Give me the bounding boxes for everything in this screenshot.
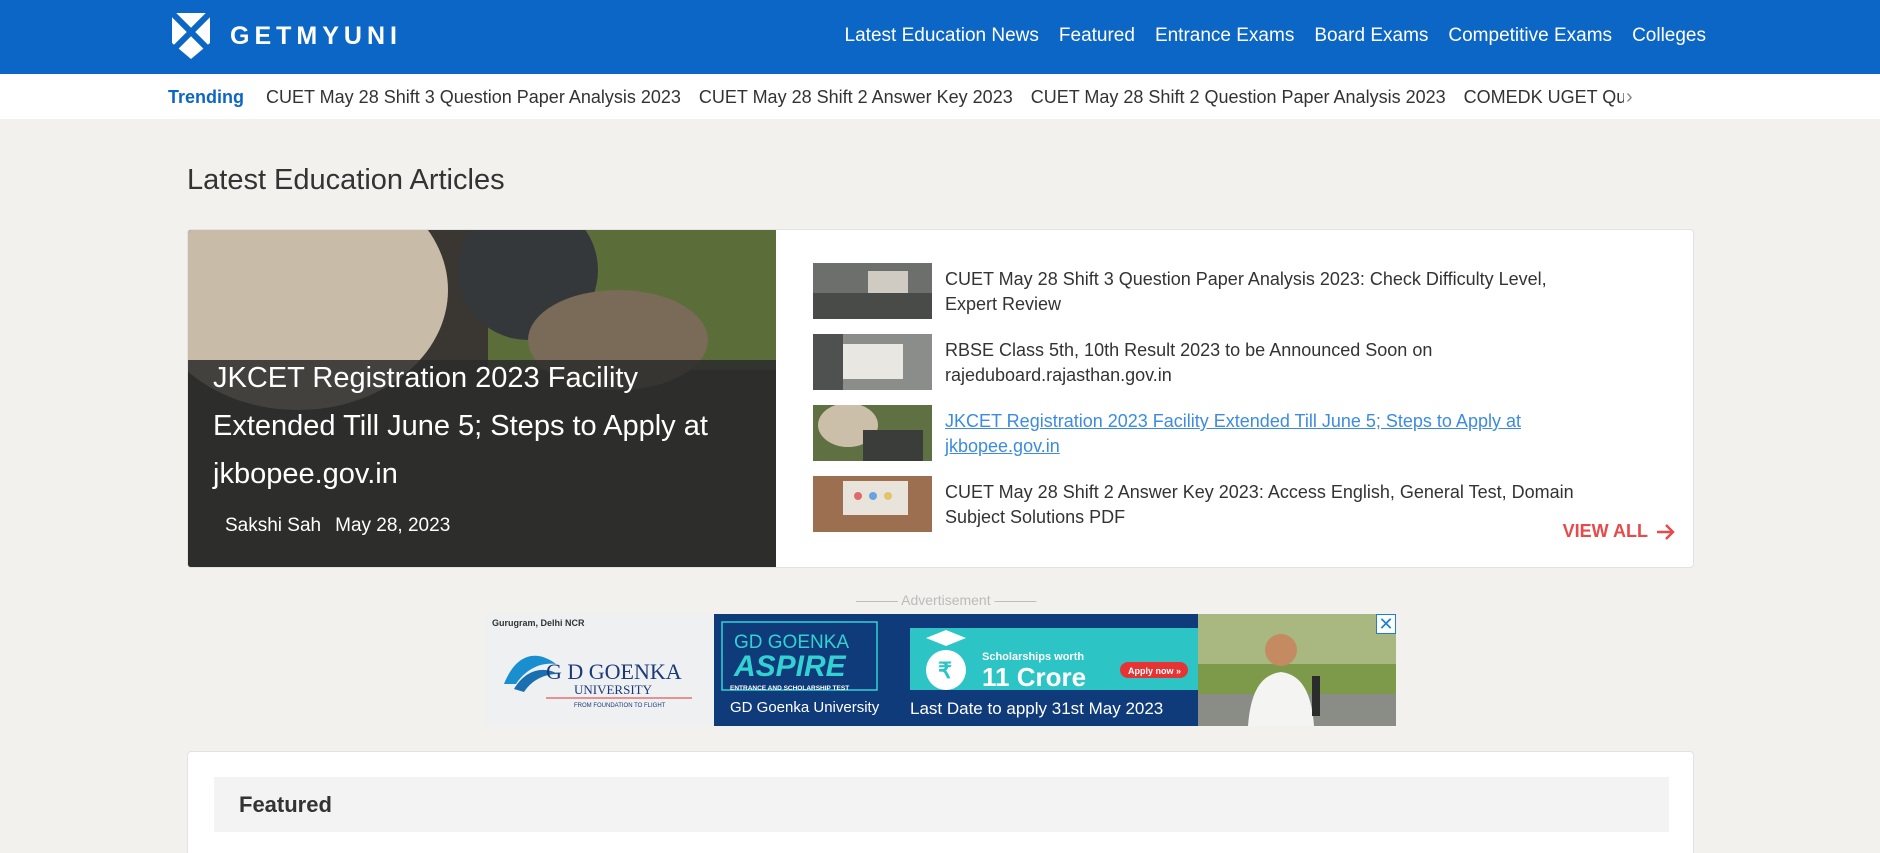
trending-item[interactable]: CUET May 28 Shift 2 Answer Key 2023 <box>699 87 1013 109</box>
ad-university-word: UNIVERSITY <box>574 682 653 697</box>
nav-competitive-exams[interactable]: Competitive Exams <box>1448 25 1612 47</box>
ad-scholarship-line2: 11 Crore <box>982 662 1086 692</box>
advertisement-label: ——— Advertisement ——— <box>856 592 1037 608</box>
view-all-label: VIEW ALL <box>1562 521 1648 541</box>
close-icon[interactable]: ✕ <box>1376 614 1396 634</box>
ad-apply-button[interactable]: Apply now » <box>1128 666 1181 676</box>
article-thumbnail <box>813 405 932 461</box>
nav-latest-education-news[interactable]: Latest Education News <box>845 25 1039 47</box>
arrow-right-icon <box>1657 523 1675 540</box>
list-item[interactable]: CUET May 28 Shift 3 Question Paper Analy… <box>813 263 1613 334</box>
list-item[interactable]: JKCET Registration 2023 Facility Extende… <box>813 405 1613 476</box>
ad-aspire-sub: ENTRANCE AND SCHOLARSHIP TEST <box>730 685 849 692</box>
site-logo[interactable]: GETMYUNI <box>170 10 402 62</box>
article-link[interactable]: CUET May 28 Shift 2 Answer Key 2023: Acc… <box>945 480 1595 530</box>
trending-item[interactable]: CUET May 28 Shift 2 Question Paper Analy… <box>1031 87 1446 109</box>
list-item[interactable]: CUET May 28 Shift 2 Answer Key 2023: Acc… <box>813 476 1613 547</box>
list-item[interactable]: RBSE Class 5th, 10th Result 2023 to be A… <box>813 334 1613 405</box>
view-all-button[interactable]: VIEW ALL <box>1563 521 1676 542</box>
article-thumbnail <box>813 263 932 319</box>
nav-featured[interactable]: Featured <box>1059 25 1135 47</box>
ad-deadline: Last Date to apply 31st May 2023 <box>910 699 1163 718</box>
latest-articles-card: JKCET Registration 2023 Facility Extende… <box>187 229 1694 568</box>
nav-colleges[interactable]: Colleges <box>1632 25 1706 47</box>
top-header: GETMYUNI Latest Education News Featured … <box>0 0 1880 74</box>
logo-text: GETMYUNI <box>230 21 402 50</box>
hero-meta: Sakshi Sah May 28, 2023 <box>225 515 450 537</box>
hero-title[interactable]: JKCET Registration 2023 Facility Extende… <box>213 354 758 498</box>
trending-item[interactable]: CUET May 28 Shift 3 Question Paper Analy… <box>266 87 681 109</box>
hero-author: Sakshi Sah <box>225 515 322 536</box>
article-link[interactable]: JKCET Registration 2023 Facility Extende… <box>945 409 1595 459</box>
featured-section: Featured <box>187 751 1694 853</box>
advertisement-banner[interactable]: Gurugram, Delhi NCR G D GOENKA UNIVERSIT… <box>486 614 1396 726</box>
article-link[interactable]: CUET May 28 Shift 3 Question Paper Analy… <box>945 267 1595 317</box>
featured-header: Featured <box>214 777 1669 832</box>
article-thumbnail <box>813 334 932 390</box>
svg-text:₹: ₹ <box>938 658 952 683</box>
trending-strip: CUET May 28 Shift 3 Question Paper Analy… <box>266 87 1624 109</box>
featured-title: Featured <box>239 792 332 817</box>
article-link[interactable]: RBSE Class 5th, 10th Result 2023 to be A… <box>945 338 1595 388</box>
main-nav: Latest Education News Featured Entrance … <box>845 25 1706 47</box>
article-thumbnail <box>813 476 932 532</box>
hero-date: May 28, 2023 <box>335 515 451 536</box>
chevron-right-icon[interactable]: › <box>1626 86 1633 109</box>
ad-creative: Gurugram, Delhi NCR G D GOENKA UNIVERSIT… <box>486 614 1396 726</box>
nav-entrance-exams[interactable]: Entrance Exams <box>1155 25 1294 47</box>
article-list: CUET May 28 Shift 3 Question Paper Analy… <box>813 263 1613 547</box>
ad-location: Gurugram, Delhi NCR <box>492 618 585 628</box>
logo-shield-icon <box>170 11 212 59</box>
ad-aspire-footer: GD Goenka University <box>730 699 880 716</box>
ad-university-name: G D GOENKA <box>546 659 682 684</box>
trending-item[interactable]: COMEDK UGET Ques <box>1464 87 1624 109</box>
ad-tagline: FROM FOUNDATION TO FLIGHT <box>574 703 666 709</box>
page-title: Latest Education Articles <box>187 164 505 196</box>
nav-board-exams[interactable]: Board Exams <box>1314 25 1428 47</box>
trending-bar: Trending CUET May 28 Shift 3 Question Pa… <box>0 74 1880 119</box>
hero-article[interactable]: JKCET Registration 2023 Facility Extende… <box>188 230 776 567</box>
trending-label: Trending <box>168 87 244 107</box>
ad-aspire-line2: ASPIRE <box>733 650 847 683</box>
